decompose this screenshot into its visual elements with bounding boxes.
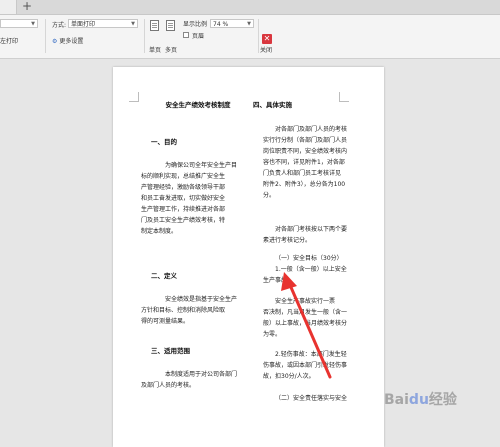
arrow-shaft <box>288 283 332 379</box>
watermark-logo: Baidu经验 <box>384 392 457 408</box>
annotation-arrow-icon <box>281 272 332 379</box>
arrow-head <box>281 272 297 291</box>
